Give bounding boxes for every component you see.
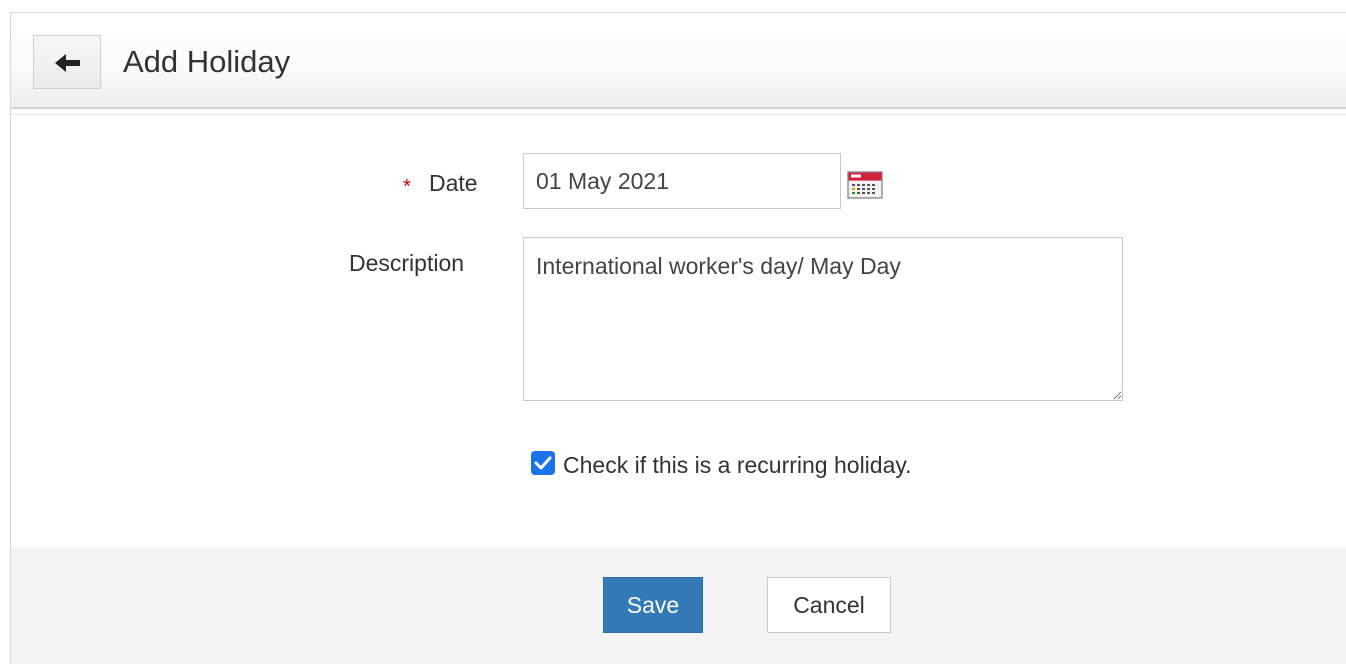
- description-label: Description: [349, 250, 465, 276]
- required-marker: *: [403, 176, 411, 198]
- save-button[interactable]: Save: [603, 577, 703, 633]
- description-textarea[interactable]: International worker's day/ May Day: [523, 237, 1123, 401]
- header-divider: [11, 114, 1346, 115]
- cancel-button[interactable]: Cancel: [767, 577, 891, 633]
- page-header: Add Holiday: [11, 13, 1346, 109]
- calendar-icon[interactable]: [847, 171, 883, 199]
- date-label: Date: [429, 170, 478, 196]
- add-holiday-panel: Add Holiday * Date Description Internati…: [10, 12, 1346, 664]
- checkmark-icon: [534, 456, 552, 470]
- page-title: Add Holiday: [123, 44, 291, 79]
- date-input[interactable]: [523, 153, 841, 209]
- back-button[interactable]: [33, 35, 101, 89]
- recurring-checkbox[interactable]: [531, 451, 555, 475]
- arrow-left-icon: [55, 54, 80, 72]
- recurring-checkbox-label[interactable]: Check if this is a recurring holiday.: [563, 451, 912, 479]
- form-footer: Save Cancel: [11, 547, 1346, 664]
